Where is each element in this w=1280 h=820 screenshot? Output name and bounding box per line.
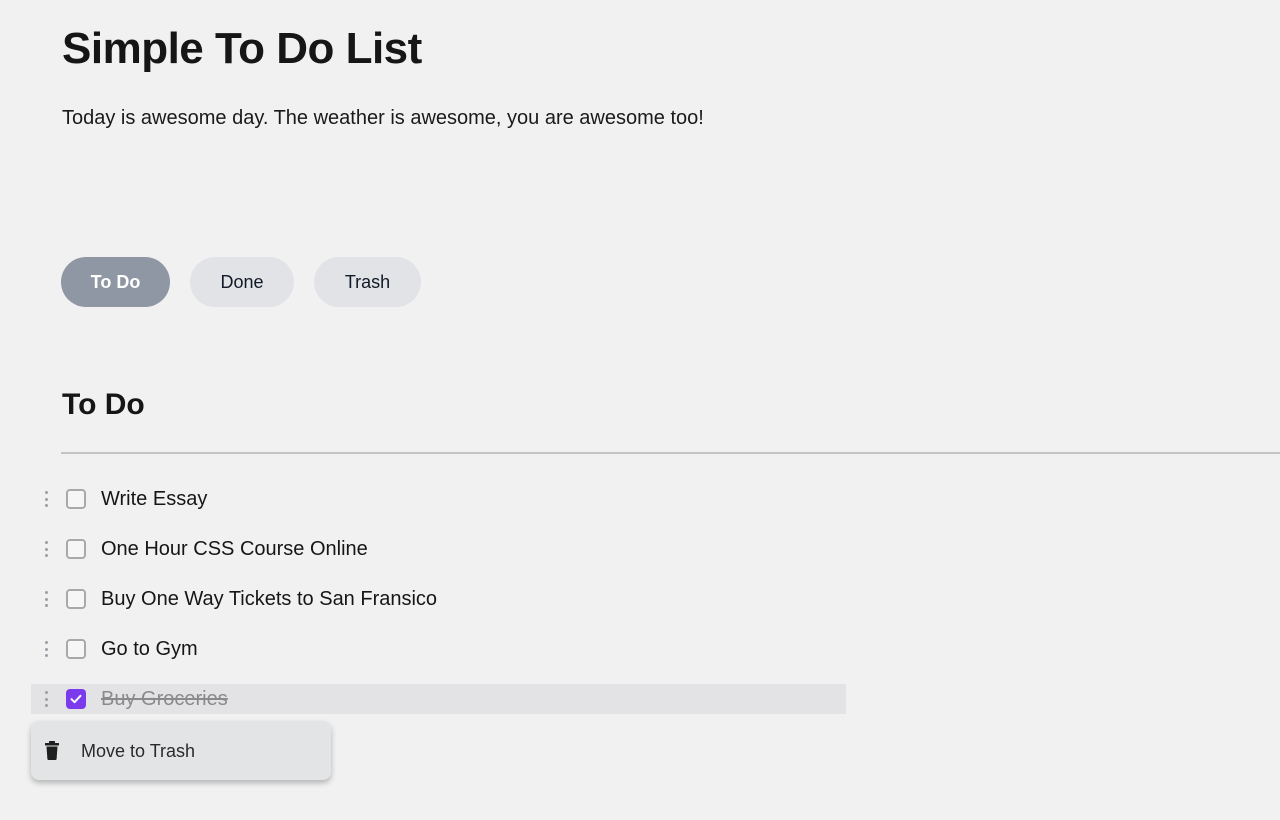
task-label: Buy One Way Tickets to San Fransico xyxy=(101,588,438,610)
context-menu: Move to Trash xyxy=(31,721,331,780)
drag-handle-icon[interactable] xyxy=(44,641,48,657)
tab-trash[interactable]: Trash xyxy=(314,257,421,307)
move-to-trash-menu-item[interactable]: Move to Trash xyxy=(31,721,331,780)
menu-item-label: Move to Trash xyxy=(81,741,196,761)
task-label: One Hour CSS Course Online xyxy=(101,538,368,560)
filter-tabs: To Do Done Trash xyxy=(61,257,421,307)
task-item-selected[interactable]: Buy Groceries xyxy=(31,674,846,724)
drag-handle-icon[interactable] xyxy=(44,691,48,707)
task-list: Write Essay One Hour CSS Course Online B… xyxy=(31,474,846,724)
task-checkbox-checked[interactable] xyxy=(66,689,86,709)
task-checkbox[interactable] xyxy=(66,639,86,659)
trash-icon xyxy=(45,741,59,760)
task-checkbox[interactable] xyxy=(66,589,86,609)
task-item: Write Essay xyxy=(31,474,846,524)
tab-todo[interactable]: To Do xyxy=(61,257,170,307)
page-title: Simple To Do List xyxy=(62,24,422,73)
section-divider xyxy=(61,452,1280,454)
tab-done[interactable]: Done xyxy=(190,257,294,307)
checkmark-icon xyxy=(70,694,82,704)
drag-handle-icon[interactable] xyxy=(44,541,48,557)
task-item: Buy One Way Tickets to San Fransico xyxy=(31,574,846,624)
drag-handle-icon[interactable] xyxy=(44,491,48,507)
task-checkbox[interactable] xyxy=(66,489,86,509)
task-label: Buy Groceries xyxy=(101,688,228,710)
task-checkbox[interactable] xyxy=(66,539,86,559)
section-title: To Do xyxy=(62,388,145,421)
drag-handle-icon[interactable] xyxy=(44,591,48,607)
task-label: Write Essay xyxy=(101,488,208,510)
task-item: Go to Gym xyxy=(31,624,846,674)
page-subtitle: Today is awesome day. The weather is awe… xyxy=(62,107,704,129)
task-item: One Hour CSS Course Online xyxy=(31,524,846,574)
task-label: Go to Gym xyxy=(101,638,198,660)
